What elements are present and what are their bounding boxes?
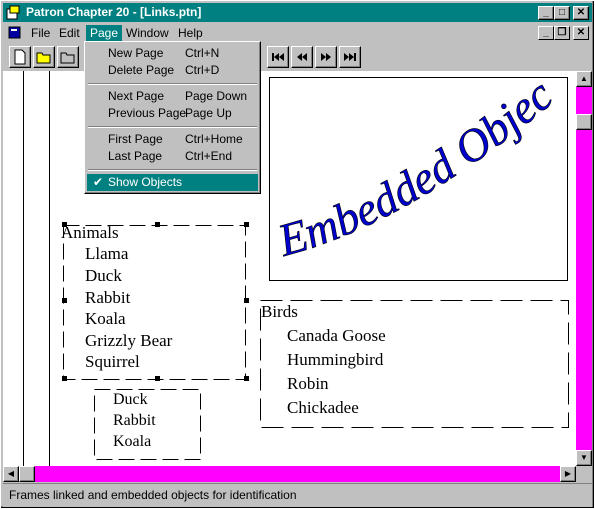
menu-item-first-page[interactable]: First Page Ctrl+Home <box>87 131 258 148</box>
title-bar[interactable]: Patron Chapter 20 - [Links.ptn] _ □ ✕ <box>3 3 592 22</box>
document-icon[interactable] <box>8 26 22 39</box>
menu-edit[interactable]: Edit <box>55 25 84 41</box>
menu-separator <box>88 126 257 128</box>
application-window: Patron Chapter 20 - [Links.ptn] _ □ ✕ Fi… <box>0 0 595 509</box>
animals-title: Animals <box>61 223 119 242</box>
resize-handle[interactable] <box>244 298 249 303</box>
resize-handle[interactable] <box>155 376 160 381</box>
horizontal-scroll-thumb[interactable] <box>19 466 35 482</box>
folder-button[interactable] <box>57 46 79 68</box>
wordart-graphic: Embedded Object! <box>256 71 562 266</box>
list-item: Canada Goose <box>287 326 386 345</box>
new-file-button[interactable] <box>9 46 31 68</box>
previous-page-icon <box>297 53 307 61</box>
page-menu-dropdown: New Page Ctrl+N Delete Page Ctrl+D Next Pa… <box>84 41 261 194</box>
window-title: Patron Chapter 20 - [Links.ptn] <box>26 5 202 19</box>
embedded-object-frame[interactable]: Embedded Object! <box>256 71 568 281</box>
vertical-scrollbar[interactable]: ▲ ▼ <box>576 71 592 466</box>
resize-handle[interactable] <box>244 222 249 227</box>
scroll-left-button[interactable]: ◀ <box>3 466 19 482</box>
menu-item-show-objects[interactable]: ✔ Show Objects <box>87 174 258 191</box>
previous-page-button[interactable] <box>291 46 313 68</box>
menu-item-previous-page[interactable]: Previous Page Page Up <box>87 105 258 122</box>
menu-page[interactable]: Page <box>86 25 123 41</box>
next-page-button[interactable] <box>315 46 337 68</box>
menu-file[interactable]: File <box>27 25 54 41</box>
last-page-icon <box>344 53 356 61</box>
app-icon[interactable] <box>6 5 21 20</box>
close-button[interactable]: ✕ <box>573 6 589 20</box>
list-item: Duck <box>85 266 122 285</box>
margin-line-left <box>23 71 24 466</box>
list-item: Duck <box>113 391 148 408</box>
open-folder-icon <box>36 52 51 64</box>
scroll-right-button[interactable]: ▶ <box>560 466 576 482</box>
scrollbar-corner <box>576 466 592 482</box>
menu-help[interactable]: Help <box>174 25 207 41</box>
scroll-down-button[interactable]: ▼ <box>576 450 592 466</box>
horizontal-scrollbar[interactable]: ◀ ▶ <box>3 466 576 482</box>
margin-line-right <box>49 71 50 466</box>
svg-text:Embedded Object!: Embedded Object! <box>270 78 562 266</box>
list-item: Chickadee <box>287 398 359 417</box>
list-item: Koala <box>113 433 152 450</box>
birds-title: Birds <box>261 302 298 321</box>
menu-separator <box>88 169 257 171</box>
list-item: Rabbit <box>113 412 156 429</box>
resize-handle[interactable] <box>244 376 249 381</box>
menu-separator <box>88 83 257 85</box>
wordart-text: Embedded Object! <box>256 71 562 266</box>
resize-handle[interactable] <box>62 376 67 381</box>
minimize-button[interactable]: _ <box>538 6 554 20</box>
resize-handle[interactable] <box>155 222 160 227</box>
list-item: Robin <box>287 374 329 393</box>
scroll-up-button[interactable]: ▲ <box>576 71 592 87</box>
menu-item-next-page[interactable]: Next Page Page Down <box>87 88 258 105</box>
menu-item-new-page[interactable]: New Page Ctrl+N <box>87 45 258 62</box>
list-item: Hummingbird <box>287 350 384 369</box>
first-page-button[interactable] <box>267 46 289 68</box>
vertical-scroll-thumb[interactable] <box>576 114 592 130</box>
last-page-button[interactable] <box>339 46 361 68</box>
first-page-icon <box>272 53 284 61</box>
new-file-icon <box>14 49 26 65</box>
checkmark-icon: ✔ <box>93 175 104 189</box>
menu-item-delete-page[interactable]: Delete Page Ctrl+D <box>87 62 258 79</box>
list-item: Grizzly Bear <box>85 331 173 350</box>
menu-bar: File Edit Page Window Help _ ❐ ✕ <box>3 23 592 42</box>
next-page-icon <box>321 53 331 61</box>
open-file-button[interactable] <box>33 46 55 68</box>
status-text: Frames linked and embedded objects for i… <box>9 488 297 502</box>
folder-icon <box>60 52 75 64</box>
list-item: Koala <box>85 309 126 328</box>
doc-minimize-button[interactable]: _ <box>538 26 554 40</box>
menu-window[interactable]: Window <box>122 25 173 41</box>
status-bar: Frames linked and embedded objects for i… <box>3 483 592 507</box>
list-item: Rabbit <box>85 288 131 307</box>
list-item: Squirrel <box>85 352 140 371</box>
maximize-button[interactable]: □ <box>554 6 570 20</box>
doc-close-button[interactable]: ✕ <box>573 26 589 40</box>
list-item: Llama <box>85 244 129 263</box>
doc-restore-button[interactable]: ❐ <box>554 26 570 40</box>
menu-item-last-page[interactable]: Last Page Ctrl+End <box>87 148 258 165</box>
resize-handle[interactable] <box>62 298 67 303</box>
